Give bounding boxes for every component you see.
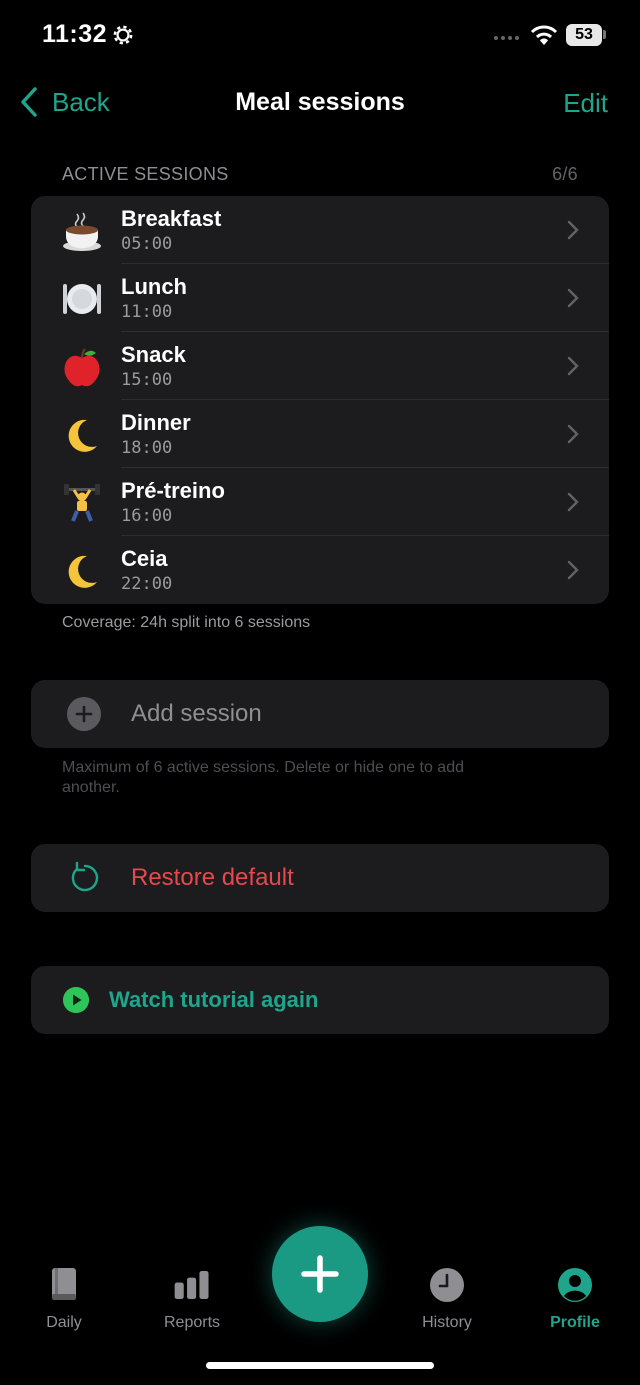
coffee-icon — [63, 212, 101, 251]
chevron-right-icon — [567, 288, 579, 308]
plate-cutlery-icon — [63, 284, 101, 314]
session-time: 15:00 — [121, 370, 173, 390]
max-sessions-note: Maximum of 6 active sessions. Delete or … — [62, 759, 464, 796]
session-row-lunch[interactable]: Lunch 11:00 — [31, 264, 609, 332]
session-name: Snack — [121, 342, 186, 367]
add-session-label: Add session — [131, 700, 262, 727]
restore-icon — [71, 861, 99, 892]
session-row-ceia[interactable]: Ceia 22:00 — [31, 536, 609, 604]
session-time: 22:00 — [121, 574, 173, 594]
tab-profile[interactable]: Profile — [520, 1266, 630, 1332]
session-name: Breakfast — [121, 206, 222, 231]
signal-icon — [494, 36, 519, 40]
navigation-bar: Back Meal sessions Edit — [0, 78, 640, 128]
tab-reports[interactable]: Reports — [137, 1266, 247, 1332]
tab-label: Daily — [46, 1314, 82, 1331]
apple-icon — [64, 348, 100, 387]
session-name: Dinner — [121, 410, 191, 435]
session-row-breakfast[interactable]: Breakfast 05:00 — [31, 196, 609, 264]
session-row-pre-treino[interactable]: Pré-treino 16:00 — [31, 468, 609, 536]
page-title: Meal sessions — [235, 88, 405, 116]
clock-icon — [430, 1268, 464, 1302]
section-title: ACTIVE SESSIONS — [62, 164, 229, 184]
restore-default-label: Restore default — [131, 864, 294, 891]
book-icon — [52, 1268, 76, 1300]
tab-daily[interactable]: Daily — [9, 1266, 119, 1332]
status-bar: 11:32 53 — [0, 0, 640, 70]
session-name: Pré-treino — [121, 478, 225, 503]
edit-button[interactable]: Edit — [563, 88, 608, 119]
session-time: 05:00 — [121, 234, 173, 254]
session-time: 16:00 — [121, 506, 173, 526]
battery-icon: 53 — [566, 24, 602, 46]
add-entry-button[interactable] — [272, 1226, 368, 1322]
weightlifter-icon — [64, 484, 100, 522]
wifi-icon — [530, 25, 558, 45]
chevron-right-icon — [567, 492, 579, 512]
crescent-moon-icon — [68, 419, 97, 452]
gear-icon — [113, 25, 133, 45]
person-icon — [558, 1268, 592, 1302]
restore-default-button[interactable]: Restore default — [31, 844, 609, 912]
session-name: Lunch — [121, 274, 187, 299]
battery-nub — [603, 30, 606, 39]
crescent-moon-icon — [68, 555, 97, 588]
tab-history[interactable]: History — [392, 1266, 502, 1332]
chevron-right-icon — [567, 356, 579, 376]
session-count: 6/6 — [552, 164, 578, 184]
bar-chart-icon — [174, 1270, 209, 1300]
plus-icon — [301, 1255, 339, 1293]
chevron-right-icon — [567, 424, 579, 444]
session-time: 11:00 — [121, 302, 173, 322]
play-icon — [63, 987, 89, 1013]
chevron-right-icon — [567, 560, 579, 580]
watch-tutorial-label: Watch tutorial again — [109, 987, 319, 1012]
session-row-snack[interactable]: Snack 15:00 — [31, 332, 609, 400]
session-row-dinner[interactable]: Dinner 18:00 — [31, 400, 609, 468]
chevron-right-icon — [567, 220, 579, 240]
plus-circle-icon — [67, 697, 101, 731]
watch-tutorial-button[interactable]: Watch tutorial again — [31, 966, 609, 1034]
tab-label: Reports — [163, 1314, 221, 1331]
sessions-list: Breakfast 05:00 Lunch 11:00 Snack 15:00 — [31, 196, 609, 604]
coverage-text: Coverage: 24h split into 6 sessions — [62, 614, 311, 631]
session-time: 18:00 — [121, 438, 173, 458]
session-name: Ceia — [121, 546, 168, 571]
tab-label: Profile — [550, 1314, 600, 1331]
section-header: ACTIVE SESSIONS 6/6 — [62, 164, 578, 188]
add-session-button[interactable]: Add session — [31, 680, 609, 748]
status-time: 11:32 — [42, 20, 108, 48]
tab-label: History — [422, 1314, 472, 1331]
home-indicator — [206, 1362, 434, 1369]
